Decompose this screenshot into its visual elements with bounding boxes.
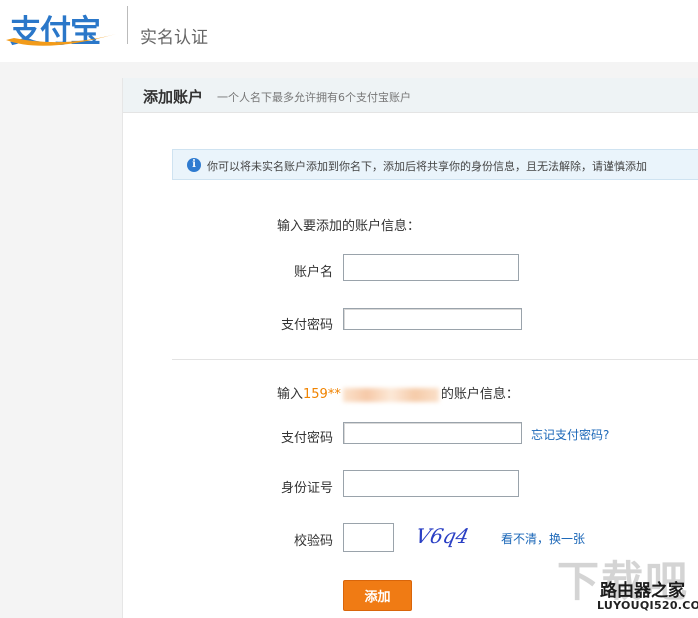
account-name-label: 账户名	[293, 265, 333, 280]
add-button[interactable]: 添加	[343, 580, 412, 611]
payment-password-label-2: 支付密码	[280, 431, 333, 446]
captcha-input[interactable]	[343, 523, 394, 552]
header-divider	[127, 6, 128, 44]
captcha-image-text: V6q4	[417, 524, 469, 548]
section2-heading: 输入159** 的账户信息：	[277, 383, 519, 402]
captcha-image[interactable]: V6q4	[417, 522, 469, 550]
page-title: 实名认证	[140, 28, 208, 48]
id-number-input[interactable]	[343, 470, 519, 497]
refresh-captcha-link[interactable]: 看不清，换一张	[501, 530, 585, 547]
section1-heading: 输入要添加的账户信息：	[277, 219, 421, 234]
info-notice: i 你可以将未实名账户添加到你名下，添加后将共享你的身份信息，且无法解除，请谨慎…	[172, 149, 698, 180]
panel-header: 添加账户 一个人名下最多允许拥有6个支付宝账户	[123, 78, 698, 113]
watermark-url: LUYOUQI520.COM	[597, 599, 698, 612]
panel-title: 添加账户	[143, 88, 204, 106]
masked-phone: 159**	[303, 387, 341, 402]
id-number-label: 身份证号	[280, 481, 333, 496]
alipay-logo[interactable]: 支付宝	[4, 6, 120, 50]
payment-password-label: 支付密码	[280, 318, 333, 333]
add-account-panel: 添加账户 一个人名下最多允许拥有6个支付宝账户 i 你可以将未实名账户添加到你名…	[122, 78, 698, 618]
forgot-password-link[interactable]: 忘记支付密码?	[531, 426, 609, 443]
payment-password-input-2[interactable]	[343, 422, 522, 444]
captcha-label: 校验码	[293, 534, 333, 549]
top-header: 支付宝 实名认证	[0, 0, 698, 62]
notice-text: 你可以将未实名账户添加到你名下，添加后将共享你的身份信息，且无法解除，请谨慎添加	[207, 160, 647, 173]
section2-heading-prefix: 输入	[277, 387, 304, 402]
info-icon: i	[187, 158, 201, 172]
section2-heading-suffix: 的账户信息：	[440, 387, 519, 402]
panel-subtitle: 一个人名下最多允许拥有6个支付宝账户	[217, 91, 411, 104]
account-name-input[interactable]	[343, 254, 519, 281]
watermark-cn: 路由器之家	[600, 581, 685, 601]
blurred-region	[342, 387, 439, 402]
logo-swoosh-icon	[6, 34, 116, 46]
section-divider	[172, 359, 698, 360]
payment-password-input[interactable]	[343, 308, 522, 330]
